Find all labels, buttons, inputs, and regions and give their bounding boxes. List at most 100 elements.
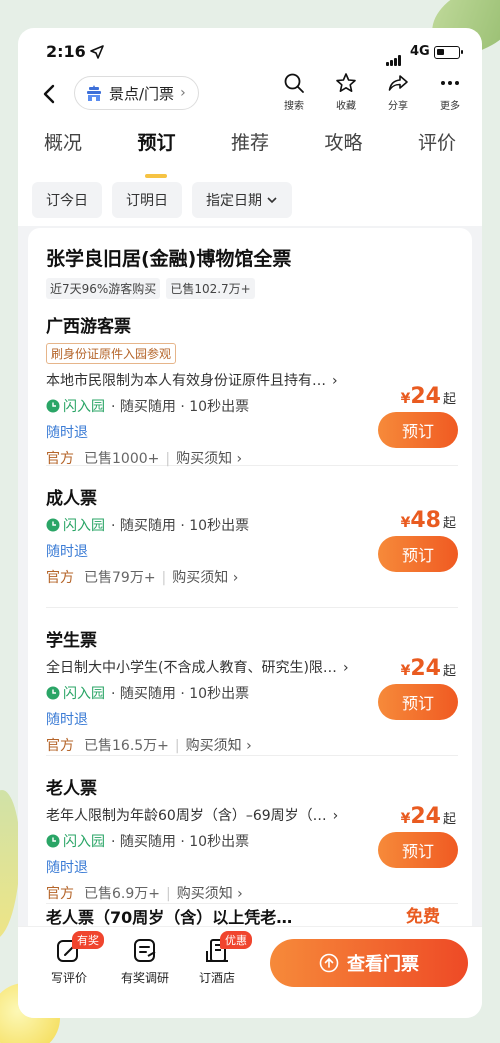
clock-icon (46, 686, 60, 700)
tab-guide[interactable]: 攻略 (324, 128, 362, 168)
official-label: 官方 (46, 738, 74, 754)
star-icon (336, 73, 356, 92)
currency-symbol: ¥ (400, 515, 411, 531)
status-bar: 2:16 4G (18, 28, 482, 78)
book-hotel-button[interactable]: 订酒店 优惠 (182, 931, 252, 986)
phone-screen: 2:16 4G 景点/门票 › 搜索 收藏 分享 更多 概况 预订 推荐 攻略 … (18, 28, 482, 1018)
purchase-notice-link[interactable]: 购买须知 › (177, 886, 243, 902)
signal-icon (386, 47, 402, 66)
features-text: · 随买随用 · 10秒出票 (111, 834, 250, 850)
temple-icon (87, 85, 101, 101)
scenic-category-pill[interactable]: 景点/门票 › (74, 76, 199, 110)
partial-ticket-name[interactable]: 老人票（70周岁（含）以上凭老… (46, 904, 292, 928)
product-title: 张学良旧居(金融)博物馆全票 (46, 248, 292, 270)
top-nav: 景点/门票 › 搜索 收藏 分享 更多 (18, 73, 482, 120)
status-time: 2:16 (46, 42, 86, 61)
more-icon (441, 81, 459, 85)
survey-icon (134, 939, 156, 962)
tab-reviews[interactable]: 评价 (418, 128, 456, 168)
filter-today-label: 订今日 (46, 193, 88, 209)
purchase-notice-label: 购买须知 (176, 886, 233, 902)
book-button[interactable]: 预订 (378, 412, 458, 448)
ticket-name: 成人票 (46, 489, 97, 509)
share-icon (388, 75, 408, 91)
features-text: · 随买随用 · 10秒出票 (111, 399, 250, 415)
tab-booking[interactable]: 预订 (137, 128, 175, 168)
view-tickets-label: 查看门票 (347, 954, 419, 975)
survey-label: 有奖调研 (120, 971, 169, 985)
section-tabs: 概况 预订 推荐 攻略 评价 (18, 128, 482, 168)
divider: | (165, 451, 171, 467)
price-amount: 48 (410, 508, 441, 533)
book-button[interactable]: 预订 (378, 832, 458, 868)
divider: | (166, 886, 171, 902)
ticket-desc-text: 本地市民限制为本人有效身份证原件且持有… (46, 373, 326, 389)
ticket-desc[interactable]: 老年人限制为年龄60周岁（含）–69周岁（… › (46, 805, 458, 825)
ticket-desc[interactable]: 全日制大中小学生(不含成人教育、研究生)限… › (46, 657, 458, 677)
currency-symbol: ¥ (400, 391, 411, 407)
book-hotel-label: 订酒店 (198, 971, 235, 985)
scenic-category-label: 景点/门票 (109, 84, 175, 103)
ticket-price: ¥24 起 (401, 384, 456, 409)
back-icon[interactable] (38, 82, 62, 106)
filter-tomorrow[interactable]: 订明日 (112, 182, 182, 218)
purchase-notice-link[interactable]: 购买须知 › (176, 451, 242, 467)
id-card-tag: 刷身份证原件入园参观 (46, 343, 177, 364)
share-button[interactable]: 分享 (378, 72, 418, 112)
partial-ticket-price: 免费 (406, 907, 440, 927)
more-label: 更多 (440, 101, 460, 112)
divider: | (174, 738, 180, 754)
ticket-meta: 官方 已售16.5万+ | 购买须知 › (46, 735, 458, 755)
book-button[interactable]: 预订 (378, 536, 458, 572)
flash-entry-label: 闪入园 (63, 399, 105, 415)
arrow-up-circle-icon (319, 953, 339, 973)
currency-symbol: ¥ (400, 663, 411, 679)
clock-icon (46, 518, 60, 532)
price-suffix: 起 (442, 812, 456, 827)
sold-count: 已售79万+ (84, 570, 156, 586)
purchase-notice-link[interactable]: 购买须知 › (186, 738, 252, 754)
search-icon (284, 73, 304, 93)
ticket-price: ¥24 起 (401, 656, 456, 681)
network-label: 4G (410, 44, 430, 59)
sold-count-badge: 已售102.7万+ (166, 278, 255, 299)
write-review-button[interactable]: 写评价 有奖 (34, 931, 104, 986)
sold-count: 已售1000+ (84, 451, 160, 467)
chevron-right-icon: › (180, 85, 186, 101)
nav-actions: 搜索 收藏 分享 更多 (274, 72, 470, 112)
more-button[interactable]: 更多 (430, 72, 470, 112)
view-tickets-button[interactable]: 查看门票 (270, 939, 468, 987)
search-button[interactable]: 搜索 (274, 72, 314, 112)
bottom-action-bar: 写评价 有奖 有奖调研 订酒店 优惠 查看门票 (18, 926, 482, 1018)
official-label: 官方 (46, 451, 74, 467)
tab-overview[interactable]: 概况 (44, 128, 82, 168)
chevron-right-icon: › (332, 373, 338, 389)
flash-entry-label: 闪入园 (63, 686, 105, 702)
share-label: 分享 (388, 101, 408, 112)
ticket-name: 学生票 (46, 631, 97, 651)
sold-count: 已售16.5万+ (84, 738, 169, 754)
currency-symbol: ¥ (400, 811, 411, 827)
clock-icon (46, 834, 60, 848)
battery-icon (434, 46, 463, 59)
ticket-desc[interactable]: 本地市民限制为本人有效身份证原件且持有… › (46, 370, 458, 390)
purchase-notice-link[interactable]: 购买须知 › (172, 570, 238, 586)
features-text: · 随买随用 · 10秒出票 (111, 686, 250, 702)
survey-button[interactable]: 有奖调研 (110, 937, 180, 986)
filter-today[interactable]: 订今日 (32, 182, 102, 218)
tab-recommend[interactable]: 推荐 (231, 128, 269, 168)
book-button[interactable]: 预订 (378, 684, 458, 720)
clock-icon (46, 399, 60, 413)
filter-specific-date[interactable]: 指定日期 (192, 182, 292, 218)
favorite-button[interactable]: 收藏 (326, 72, 366, 112)
reward-badge: 有奖 (72, 931, 104, 949)
divider: | (161, 570, 167, 586)
flash-entry-label: 闪入园 (63, 518, 105, 534)
filter-tomorrow-label: 订明日 (126, 193, 168, 209)
location-arrow-icon (90, 45, 104, 59)
date-filters: 订今日 订明日 指定日期 (32, 182, 292, 218)
flash-entry-label: 闪入园 (63, 834, 105, 850)
official-label: 官方 (46, 570, 74, 586)
ticket-features: 闪入园 · 随买随用 · 10秒出票 (46, 515, 458, 535)
purchase-notice-label: 购买须知 (176, 451, 233, 467)
